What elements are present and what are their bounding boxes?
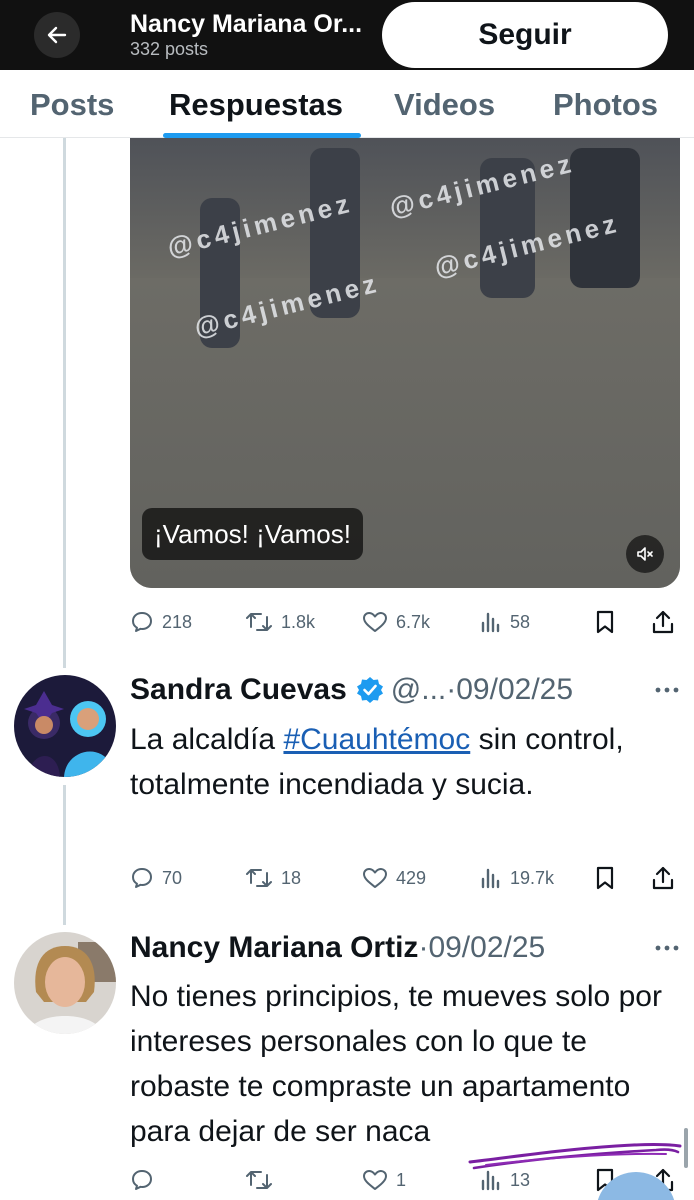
reply-icon (132, 1170, 152, 1190)
more-options-button[interactable] (652, 938, 682, 958)
repost-button[interactable] (245, 1160, 273, 1200)
share-icon (652, 610, 674, 634)
heart-icon (363, 868, 387, 888)
follow-button[interactable]: Seguir (382, 2, 668, 68)
bookmark-icon (596, 866, 614, 890)
back-arrow-icon (47, 26, 67, 44)
repost-button[interactable]: 1.8k (245, 602, 315, 642)
share-button[interactable] (650, 858, 676, 898)
views-chart-icon (481, 1170, 500, 1191)
post-date[interactable]: 09/02/25 (428, 931, 545, 965)
tab-posts[interactable]: Posts (30, 87, 114, 123)
views-button[interactable]: 19.7k (480, 858, 554, 898)
post-count: 332 posts (130, 39, 209, 59)
bookmark-icon (596, 610, 614, 634)
repost-icon (246, 869, 272, 887)
heart-icon (363, 1170, 387, 1190)
views-count: 19.7k (510, 867, 555, 888)
avatar-photo (14, 932, 116, 1034)
avatar[interactable] (14, 675, 116, 777)
mute-button[interactable] (626, 535, 664, 573)
views-button[interactable]: 58 (480, 602, 530, 642)
thread-line (63, 785, 66, 925)
views-chart-icon (481, 612, 500, 633)
repost-button[interactable]: 18 (245, 858, 301, 898)
post-actions: 1 13 (130, 1160, 680, 1200)
reply-icon (132, 612, 152, 632)
author-name[interactable]: Nancy Mariana Ortiz (130, 931, 418, 965)
views-count: 13 (510, 1169, 531, 1190)
profile-tabs: Posts Respuestas Videos Photos (0, 70, 694, 138)
repost-icon (246, 1171, 272, 1189)
views-count: 58 (510, 611, 531, 632)
like-button[interactable]: 429 (362, 858, 426, 898)
scrollbar[interactable] (684, 1128, 688, 1168)
post-date[interactable]: 09/02/25 (456, 673, 573, 707)
like-count: 1 (396, 1169, 407, 1190)
video-player[interactable]: @c4jimenez @c4jimenez @c4jimenez @c4jime… (130, 138, 680, 588)
reply-button[interactable] (130, 1160, 154, 1200)
repost-icon (246, 613, 272, 631)
tweet-header: Nancy Mariana Ortiz · 09/02/25 (130, 928, 545, 968)
more-options-button[interactable] (652, 680, 682, 700)
profile-name: Nancy Mariana Or... (130, 10, 363, 38)
tweet-text: No tienes principios, te mueves solo por… (130, 980, 662, 1148)
reply-button[interactable]: 218 (130, 602, 192, 642)
like-count: 6.7k (396, 611, 431, 632)
hashtag-link[interactable]: #Cuauhtémoc (283, 723, 470, 756)
tab-photos[interactable]: Photos (553, 87, 658, 123)
meta-separator: · (446, 673, 457, 706)
back-button[interactable] (34, 12, 80, 58)
verified-badge-icon (356, 677, 383, 703)
reply-button[interactable]: 70 (130, 858, 182, 898)
reply-count: 70 (162, 867, 183, 888)
tweet-text: La alcaldía #Cuauhtémoc sin control, tot… (130, 717, 680, 807)
bookmark-button[interactable] (594, 858, 616, 898)
tab-videos[interactable]: Videos (394, 87, 495, 123)
muted-speaker-icon (637, 547, 653, 561)
avatar-photo (14, 675, 116, 777)
views-button[interactable]: 13 (480, 1160, 530, 1200)
reply-icon (132, 868, 152, 888)
avatar[interactable] (14, 932, 116, 1034)
reply-count: 218 (162, 611, 193, 632)
share-icon (652, 866, 674, 890)
like-count: 429 (396, 867, 427, 888)
post-actions: 218 1.8k 6.7k 58 (130, 602, 680, 642)
more-dots-icon (655, 945, 679, 951)
video-caption: ¡Vamos! ¡Vamos! (142, 508, 363, 560)
like-button[interactable]: 6.7k (362, 602, 430, 642)
thread-line (63, 138, 66, 668)
author-handle[interactable]: @... (391, 673, 446, 707)
views-chart-icon (481, 868, 500, 889)
bookmark-button[interactable] (594, 602, 616, 642)
top-bar: Nancy Mariana Or... 332 posts Seguir (0, 0, 694, 70)
tab-respuestas[interactable]: Respuestas (169, 87, 343, 123)
share-button[interactable] (650, 602, 676, 642)
tweet-header: Sandra Cuevas @... · 09/02/25 (130, 670, 573, 710)
tweet-text-part: La alcaldía (130, 723, 284, 756)
repost-count: 1.8k (281, 611, 316, 632)
author-name[interactable]: Sandra Cuevas (130, 673, 347, 707)
meta-separator: · (418, 931, 429, 964)
more-dots-icon (655, 687, 679, 693)
like-button[interactable]: 1 (362, 1160, 406, 1200)
heart-icon (363, 612, 387, 632)
post-actions: 70 18 429 19.7k (130, 858, 680, 898)
repost-count: 18 (281, 867, 302, 888)
